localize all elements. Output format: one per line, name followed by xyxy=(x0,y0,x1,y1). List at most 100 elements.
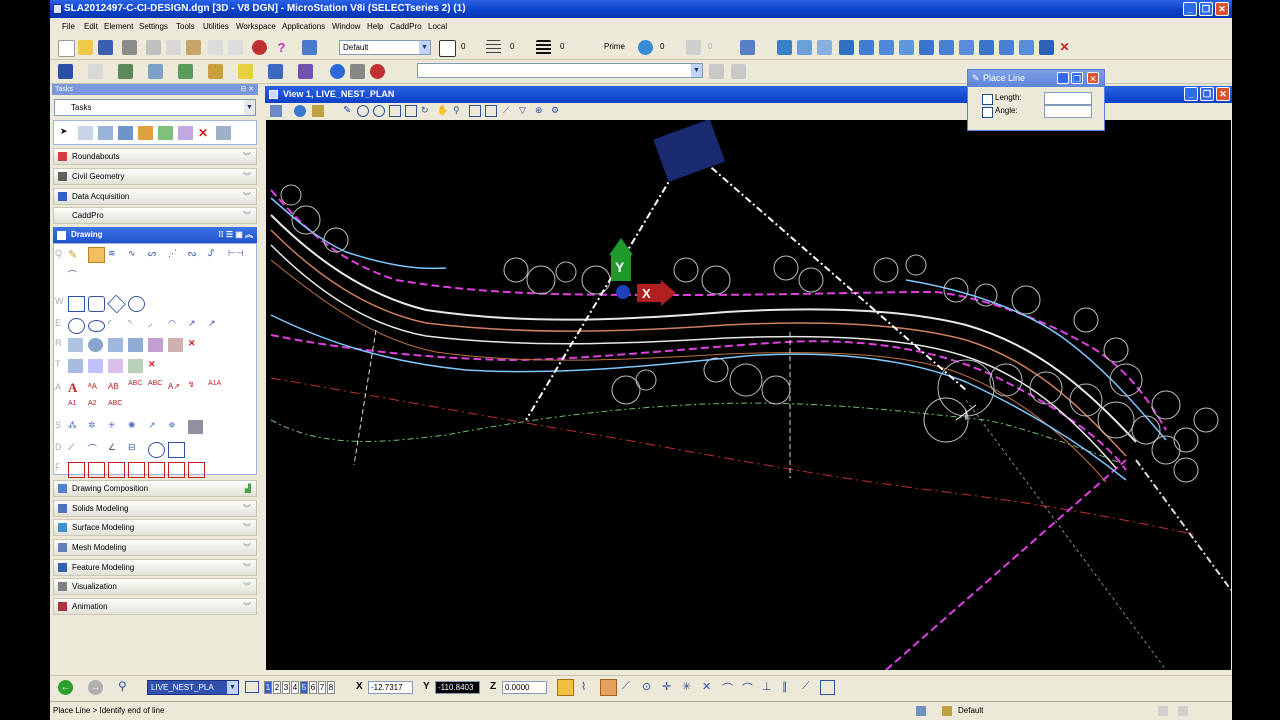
info-icon[interactable] xyxy=(330,64,345,79)
change-text-icon[interactable]: A1A xyxy=(208,380,223,394)
place-text-icon[interactable]: A xyxy=(68,380,83,395)
snap-through-point-icon[interactable]: ⟋ xyxy=(802,680,817,695)
maximize-button[interactable]: ❐ xyxy=(1199,2,1213,16)
half-ellipse-icon[interactable]: ◝ xyxy=(128,318,143,332)
panel-drawing-header[interactable]: Drawing ⁞⁞ ☰ ▣ ︽ xyxy=(53,227,257,243)
back-arrow-icon[interactable]: ← xyxy=(58,680,73,695)
view-7-button[interactable]: 7 xyxy=(318,681,326,694)
cut-icon[interactable] xyxy=(146,40,161,55)
modify-arc-icon[interactable]: ◠ xyxy=(168,318,183,332)
regular-polygon-icon[interactable] xyxy=(128,296,145,312)
view-minimize-button[interactable]: _ xyxy=(1184,87,1198,101)
text-node-icon[interactable]: AB xyxy=(108,382,123,396)
snap-tangent-point-icon[interactable]: ⌒ xyxy=(742,680,757,695)
select-arrow-icon[interactable]: ➤ xyxy=(60,126,75,140)
dimension-change-icon[interactable]: ✵ xyxy=(168,420,183,434)
panel-drawing-composition[interactable]: Drawing Composition ▟ xyxy=(53,480,257,497)
snap-mode-icon[interactable] xyxy=(820,680,835,695)
tool-b-icon[interactable] xyxy=(879,40,894,55)
groups-icon[interactable] xyxy=(158,126,173,140)
complex-shape-icon[interactable] xyxy=(88,359,103,373)
dimension-size-icon[interactable]: ⁂ xyxy=(68,420,83,434)
text-attribute-icon[interactable]: ↯ xyxy=(188,380,203,394)
manipulate-icon[interactable] xyxy=(118,126,133,140)
trim-icon[interactable] xyxy=(108,462,125,478)
measure-volume-icon[interactable] xyxy=(168,442,185,458)
measure-radius-icon[interactable]: ⌒ xyxy=(88,442,103,456)
close-button[interactable]: ✕ xyxy=(1215,2,1229,16)
panel-roundabouts[interactable]: Roundabouts ︾ xyxy=(53,148,257,165)
save-icon[interactable] xyxy=(98,40,113,55)
dimension-radial-icon[interactable]: ✳ xyxy=(108,420,123,434)
dimension-ordinate-icon[interactable]: ↗ xyxy=(148,420,163,434)
tool-e-icon[interactable] xyxy=(939,40,954,55)
element-info-icon[interactable] xyxy=(839,40,854,55)
menu-window[interactable]: Window xyxy=(332,22,360,31)
tool-g-icon[interactable] xyxy=(979,40,994,55)
view-groups-icon[interactable] xyxy=(245,681,259,693)
create-region-icon[interactable] xyxy=(108,359,123,373)
tool-j-icon[interactable] xyxy=(1039,40,1054,55)
line-style-icon[interactable] xyxy=(486,40,501,55)
fill-text-icon[interactable]: A1 xyxy=(68,400,83,414)
chain-icon[interactable] xyxy=(68,359,83,373)
panel-surface-modeling[interactable]: Surface Modeling ︾ xyxy=(53,519,257,536)
fence-icon[interactable] xyxy=(58,64,73,79)
panel-data-acquisition[interactable]: Data Acquisition ︾ xyxy=(53,188,257,205)
camera-icon[interactable]: ▽ xyxy=(519,105,531,117)
ellipse-icon[interactable] xyxy=(88,320,105,332)
new-file-icon[interactable] xyxy=(58,40,75,57)
partial-delete-icon[interactable] xyxy=(188,462,205,478)
priority-label[interactable]: Prime xyxy=(604,42,625,51)
region-circle-icon[interactable] xyxy=(88,338,103,352)
menu-help[interactable]: Help xyxy=(367,22,383,31)
open-folder-icon[interactable] xyxy=(78,40,93,55)
place-line-maximize-button[interactable]: ❐ xyxy=(1071,72,1083,84)
search-tool-icon[interactable] xyxy=(709,64,724,79)
clip-mask-icon[interactable]: ⊕ xyxy=(535,105,547,117)
tool-f-icon[interactable] xyxy=(959,40,974,55)
dimension-element-icon[interactable]: ✺ xyxy=(128,420,143,434)
modify-icon[interactable] xyxy=(138,126,153,140)
clip-volume-icon[interactable]: ⟋ xyxy=(503,105,515,117)
zoom-in-icon[interactable] xyxy=(357,105,369,117)
length-input[interactable] xyxy=(1044,92,1092,105)
view-light-icon[interactable] xyxy=(312,105,324,117)
snap-origin-icon[interactable]: ✛ xyxy=(662,680,677,695)
stream-line-icon[interactable]: ∿ xyxy=(128,248,143,262)
menu-settings[interactable]: Settings xyxy=(139,22,168,31)
window-area-icon[interactable] xyxy=(389,105,401,117)
break-icon[interactable] xyxy=(148,462,165,478)
help-globe-icon[interactable] xyxy=(252,40,267,55)
tool-c-icon[interactable] xyxy=(899,40,914,55)
view-settings-icon[interactable]: ⚙ xyxy=(551,105,563,117)
menu-tools[interactable]: Tools xyxy=(176,22,195,31)
rotate-view-icon[interactable]: ↻ xyxy=(421,105,433,117)
measure-distance-icon[interactable]: ⟋ xyxy=(68,442,83,456)
curve-icon[interactable]: ᔓ xyxy=(188,248,203,262)
quarter-ellipse-icon[interactable]: ◞ xyxy=(148,318,163,332)
view-close-button[interactable]: ✕ xyxy=(1216,87,1230,101)
menu-workspace[interactable]: Workspace xyxy=(236,22,276,31)
arc-icon[interactable]: ◜ xyxy=(108,318,123,332)
lock-icon[interactable] xyxy=(942,706,952,716)
pattern-icon[interactable] xyxy=(148,338,163,352)
menu-element[interactable]: Element xyxy=(104,22,133,31)
place-line-title-bar[interactable]: ✎ Place Line _ ❐ ✕ xyxy=(968,70,1104,87)
raster-icon[interactable] xyxy=(777,40,792,55)
snap-bisector-icon[interactable]: ✳ xyxy=(682,680,697,695)
smartline-pen-icon[interactable]: ✎ xyxy=(68,248,83,262)
view-group-combo[interactable]: LIVE_NEST_PLA ▼ xyxy=(147,680,239,695)
view-display-mode-icon[interactable] xyxy=(294,105,306,117)
level-manager-icon[interactable] xyxy=(302,40,317,55)
minimize-button[interactable]: _ xyxy=(1183,2,1197,16)
status-icon-2[interactable] xyxy=(1158,706,1168,716)
place-point-icon[interactable]: ⋰ xyxy=(168,248,183,262)
length-checkbox[interactable] xyxy=(982,94,993,105)
accudraw-toggle-icon[interactable] xyxy=(557,679,574,696)
drawing-view-toggle-icons[interactable]: ⁞⁞ ☰ ▣ ︽ xyxy=(218,227,253,243)
text-along-icon[interactable]: ᴬA xyxy=(88,382,103,396)
view-8-button[interactable]: 8 xyxy=(327,681,335,694)
transparency-icon[interactable] xyxy=(638,40,653,55)
view-1-button[interactable]: 1 xyxy=(264,681,272,694)
